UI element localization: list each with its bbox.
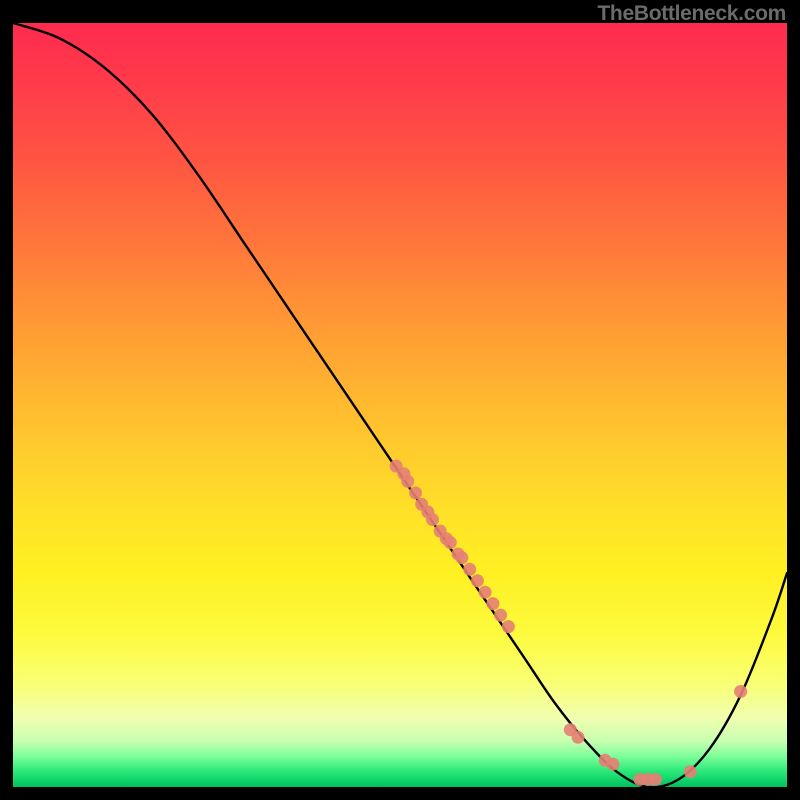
data-point: [494, 609, 507, 622]
chart-container: TheBottleneck.com: [0, 0, 800, 800]
data-point: [426, 513, 439, 526]
chart-svg: [13, 23, 787, 787]
data-point: [401, 475, 414, 488]
data-point: [444, 536, 457, 549]
data-point: [463, 563, 476, 576]
bottleneck-curve: [13, 23, 787, 787]
data-point: [455, 551, 468, 564]
data-point: [409, 486, 422, 499]
data-point: [684, 765, 697, 778]
data-points: [390, 460, 747, 786]
data-point: [479, 586, 492, 599]
data-point: [572, 731, 585, 744]
attribution-label: TheBottleneck.com: [597, 2, 786, 26]
data-point: [486, 597, 499, 610]
data-point: [502, 620, 515, 633]
data-point: [649, 773, 662, 786]
data-point: [734, 685, 747, 698]
data-point: [471, 574, 484, 587]
data-point: [606, 758, 619, 771]
